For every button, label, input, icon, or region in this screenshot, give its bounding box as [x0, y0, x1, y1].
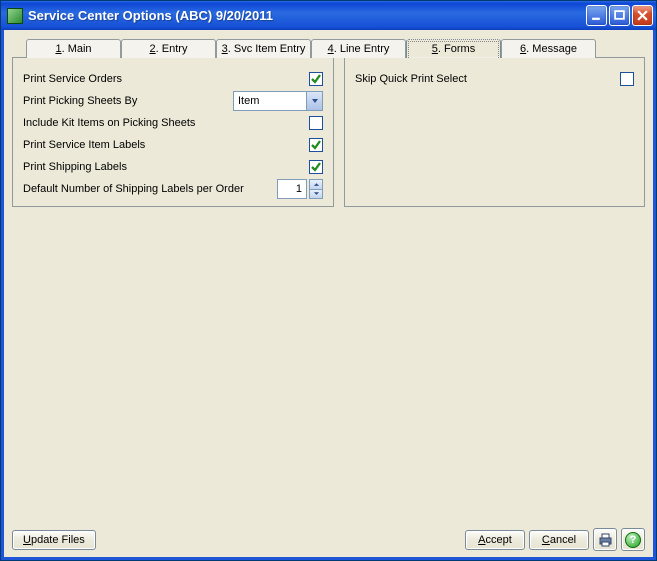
label-include-kit: Include Kit Items on Picking Sheets [23, 117, 195, 129]
label-print-service-item-labels: Print Service Item Labels [23, 139, 145, 151]
label-skip-quick-print: Skip Quick Print Select [355, 73, 467, 85]
window-buttons [586, 5, 653, 26]
checkbox-include-kit[interactable] [309, 116, 323, 130]
row-print-service-orders: Print Service Orders [23, 68, 323, 90]
label-print-service-orders: Print Service Orders [23, 73, 122, 85]
tab-svc-item-entry[interactable]: 3. Svc Item Entry [216, 39, 311, 58]
tab-entry[interactable]: 2. Entry [121, 39, 216, 58]
window: Service Center Options (ABC) 9/20/2011 1… [0, 0, 657, 561]
footer: Update Files Accept Cancel ? [12, 522, 645, 551]
row-default-shipping-labels: Default Number of Shipping Labels per Or… [23, 178, 323, 200]
combo-print-picking-sheets-by[interactable]: Item [233, 91, 323, 111]
row-print-shipping-labels: Print Shipping Labels [23, 156, 323, 178]
input-default-shipping-labels[interactable]: 1 [277, 179, 307, 199]
accept-button[interactable]: Accept [465, 530, 525, 550]
row-skip-quick-print: Skip Quick Print Select [355, 68, 634, 90]
label-print-shipping-labels: Print Shipping Labels [23, 161, 127, 173]
minimize-button[interactable] [586, 5, 607, 26]
window-title: Service Center Options (ABC) 9/20/2011 [28, 8, 586, 23]
tab-bar: 1. Main 2. Entry 3. Svc Item Entry 4. Li… [26, 38, 645, 57]
tab-main[interactable]: 1. Main [26, 39, 121, 58]
checkbox-print-service-item-labels[interactable] [309, 138, 323, 152]
checkbox-print-service-orders[interactable] [309, 72, 323, 86]
panels-row: Print Service Orders Print Picking Sheet… [12, 57, 645, 207]
printer-icon [598, 533, 613, 547]
chevron-down-icon[interactable] [306, 92, 322, 110]
titlebar: Service Center Options (ABC) 9/20/2011 [1, 1, 656, 30]
right-panel: Skip Quick Print Select [344, 57, 645, 207]
combo-value: Item [234, 95, 306, 107]
tab-message[interactable]: 6. Message [501, 39, 596, 58]
tab-line-entry[interactable]: 4. Line Entry [311, 39, 406, 58]
print-button[interactable] [593, 528, 617, 551]
tab-forms[interactable]: 5. Forms [406, 39, 501, 58]
spin-down-button[interactable] [309, 190, 323, 200]
spin-buttons [309, 179, 323, 199]
label-default-shipping-labels: Default Number of Shipping Labels per Or… [23, 183, 244, 195]
checkbox-print-shipping-labels[interactable] [309, 160, 323, 174]
client-area: 1. Main 2. Entry 3. Svc Item Entry 4. Li… [1, 30, 656, 560]
help-icon: ? [625, 532, 641, 548]
checkbox-skip-quick-print[interactable] [620, 72, 634, 86]
maximize-button[interactable] [609, 5, 630, 26]
spinner-default-shipping-labels: 1 [277, 179, 323, 199]
close-button[interactable] [632, 5, 653, 26]
label-print-picking-sheets-by: Print Picking Sheets By [23, 95, 137, 107]
spin-up-button[interactable] [309, 179, 323, 190]
row-print-service-item-labels: Print Service Item Labels [23, 134, 323, 156]
left-panel: Print Service Orders Print Picking Sheet… [12, 57, 334, 207]
row-include-kit: Include Kit Items on Picking Sheets [23, 112, 323, 134]
help-button[interactable]: ? [621, 528, 645, 551]
row-print-picking-sheets-by: Print Picking Sheets By Item [23, 90, 323, 112]
app-icon [7, 8, 23, 24]
cancel-button[interactable]: Cancel [529, 530, 589, 550]
update-files-button[interactable]: Update Files [12, 530, 96, 550]
